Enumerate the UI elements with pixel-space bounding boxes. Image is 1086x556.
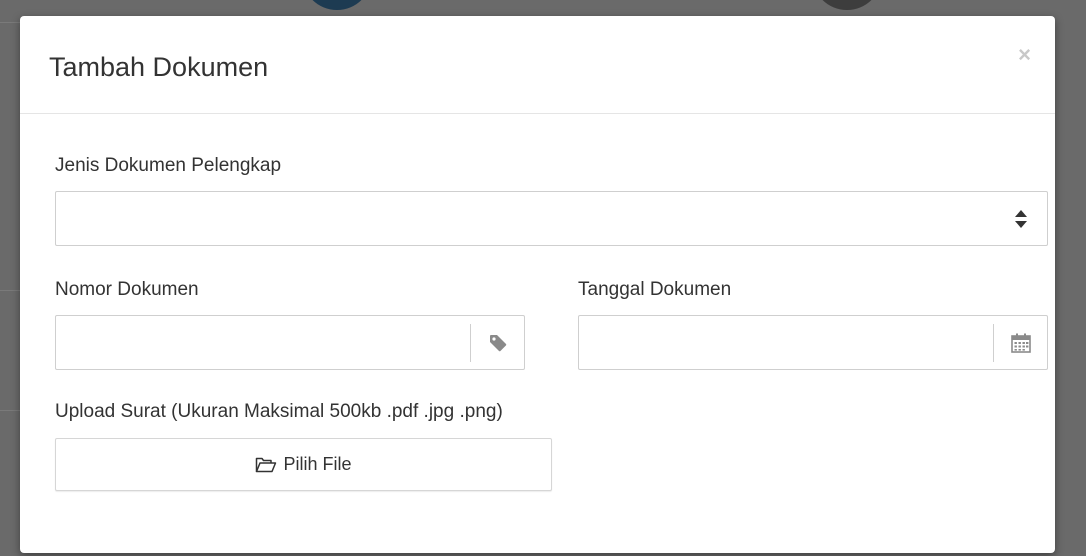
document-type-label: Jenis Dokumen Pelengkap [55, 155, 282, 176]
background-divider [0, 22, 22, 23]
document-date-field[interactable] [578, 315, 1048, 370]
document-number-label: Nomor Dokumen [55, 279, 199, 300]
document-number-field[interactable] [55, 315, 525, 370]
background-avatar [302, 0, 372, 10]
upload-label: Upload Surat (Ukuran Maksimal 500kb .pdf… [55, 401, 503, 422]
choose-file-label: Pilih File [283, 454, 352, 474]
calendar-icon [1010, 333, 1031, 353]
choose-file-button[interactable]: Pilih File [55, 438, 552, 491]
document-number-addon [470, 324, 524, 362]
add-document-modal: Tambah Dokumen × Jenis Dokumen Pelengkap… [20, 16, 1055, 553]
close-button[interactable]: × [1018, 44, 1031, 66]
sort-arrows-icon [1015, 210, 1027, 228]
tag-icon [489, 335, 506, 352]
background-avatar [812, 0, 882, 10]
modal-header: Tambah Dokumen × [20, 16, 1055, 114]
document-date-label: Tanggal Dokumen [578, 279, 732, 300]
document-type-select[interactable] [55, 191, 1048, 246]
background-divider [0, 290, 22, 291]
modal-title: Tambah Dokumen [49, 52, 269, 82]
folder-open-icon [256, 457, 277, 472]
document-date-addon [993, 324, 1047, 362]
background-divider [0, 410, 22, 411]
